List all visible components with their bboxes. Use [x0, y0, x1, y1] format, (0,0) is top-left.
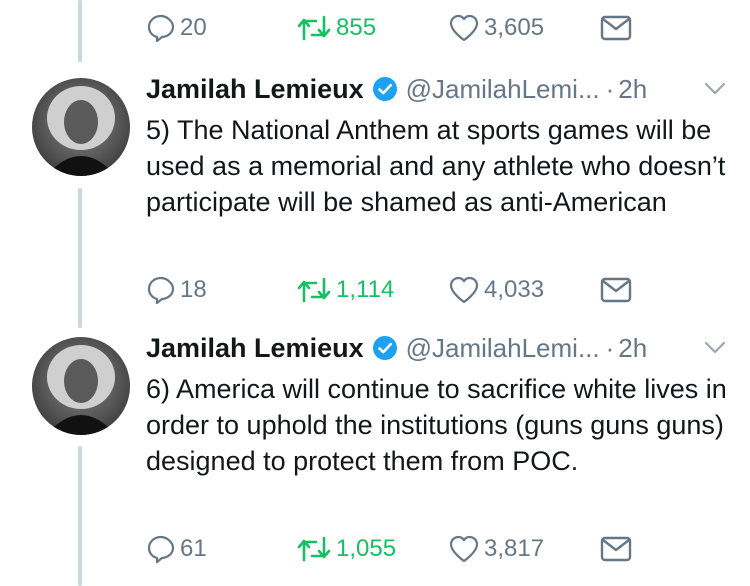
tweet-header: Jamilah Lemieux @JamilahLemi... · 2h	[146, 331, 726, 365]
reply-count: 20	[180, 14, 207, 41]
tweet-actions: 18 1,114 4,033	[146, 270, 666, 310]
tweet-actions: 61 1,055 3,817	[146, 529, 666, 569]
retweet-icon	[297, 536, 331, 562]
retweet-icon	[297, 15, 331, 41]
retweet-icon	[297, 277, 331, 303]
reply-button[interactable]: 20	[146, 8, 207, 48]
dm-icon	[600, 277, 632, 303]
chevron-down-icon[interactable]	[704, 82, 726, 96]
like-count: 4,033	[484, 276, 545, 303]
reply-button[interactable]: 18	[146, 270, 207, 310]
like-icon	[449, 276, 479, 304]
retweet-count: 855	[336, 14, 377, 41]
reply-icon	[147, 276, 175, 305]
retweet-button[interactable]: 855	[296, 8, 376, 48]
user-name[interactable]: Jamilah Lemieux	[146, 333, 364, 364]
verified-icon	[372, 76, 398, 102]
dm-icon	[600, 15, 632, 41]
verified-icon	[372, 335, 398, 361]
like-icon	[449, 14, 479, 42]
tweet-header: Jamilah Lemieux @JamilahLemi... · 2h	[146, 72, 726, 106]
avatar[interactable]	[32, 78, 130, 176]
dm-button[interactable]	[600, 8, 632, 48]
reply-button[interactable]: 61	[146, 529, 207, 569]
tweet-text: 5) The National Anthem at sports games w…	[146, 115, 726, 217]
retweet-button[interactable]: 1,055	[296, 529, 396, 569]
separator-dot: ·	[605, 73, 615, 104]
tweet-time[interactable]: 2h	[618, 333, 647, 364]
thread-line	[78, 0, 82, 62]
reply-icon	[147, 535, 175, 564]
avatar[interactable]	[32, 337, 130, 435]
reply-count: 61	[180, 535, 207, 562]
user-name[interactable]: Jamilah Lemieux	[146, 74, 364, 105]
like-icon	[449, 535, 479, 563]
retweet-count: 1,114	[336, 276, 395, 303]
like-button[interactable]: 3,605	[448, 8, 544, 48]
dm-icon	[600, 536, 632, 562]
tweet-time[interactable]: 2h	[618, 74, 647, 105]
tweet[interactable]: Jamilah Lemieux @JamilahLemi... · 2h 5) …	[0, 72, 750, 334]
like-count: 3,817	[484, 535, 545, 562]
separator-dot: ·	[605, 332, 615, 363]
user-handle[interactable]: @JamilahLemi...	[406, 333, 600, 364]
chevron-down-icon[interactable]	[704, 341, 726, 355]
dm-button[interactable]	[600, 270, 632, 310]
like-button[interactable]: 4,033	[448, 270, 544, 310]
reply-count: 18	[180, 276, 207, 303]
tweet-text: 6) America will continue to sacrifice wh…	[146, 374, 727, 476]
dm-button[interactable]	[600, 529, 632, 569]
like-count: 3,605	[484, 14, 545, 41]
tweet[interactable]: Jamilah Lemieux @JamilahLemi... · 2h 6) …	[0, 331, 750, 586]
user-handle[interactable]: @JamilahLemi...	[406, 74, 600, 105]
retweet-button[interactable]: 1,114	[296, 270, 394, 310]
like-button[interactable]: 3,817	[448, 529, 544, 569]
reply-icon	[147, 14, 175, 43]
retweet-count: 1,055	[336, 535, 397, 562]
tweet-actions: 20 855 3,605	[146, 8, 666, 48]
